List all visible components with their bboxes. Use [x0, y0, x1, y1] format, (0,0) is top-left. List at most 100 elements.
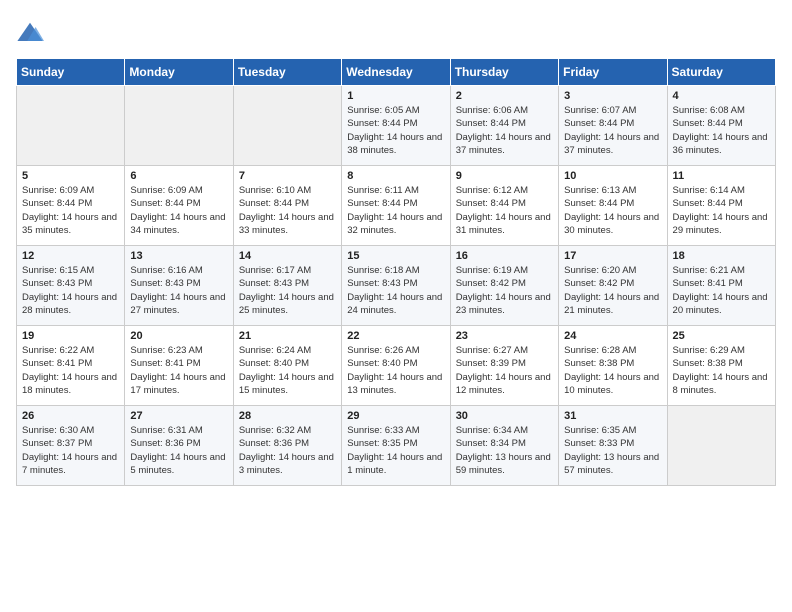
day-number: 8 [347, 170, 444, 182]
calendar-table: SundayMondayTuesdayWednesdayThursdayFrid… [16, 58, 776, 486]
calendar-week-row: 5 Sunrise: 6:09 AMSunset: 8:44 PMDaylight… [17, 166, 776, 246]
logo [16, 20, 46, 48]
calendar-cell: 13 Sunrise: 6:16 AMSunset: 8:43 PMDayligh… [125, 246, 233, 326]
calendar-cell: 28 Sunrise: 6:32 AMSunset: 8:36 PMDayligh… [233, 406, 341, 486]
day-info: Sunrise: 6:06 AMSunset: 8:44 PMDaylight:… [456, 104, 553, 157]
day-number: 9 [456, 170, 553, 182]
calendar-cell: 20 Sunrise: 6:23 AMSunset: 8:41 PMDayligh… [125, 326, 233, 406]
day-info: Sunrise: 6:29 AMSunset: 8:38 PMDaylight:… [673, 344, 770, 397]
day-info: Sunrise: 6:28 AMSunset: 8:38 PMDaylight:… [564, 344, 661, 397]
day-info: Sunrise: 6:21 AMSunset: 8:41 PMDaylight:… [673, 264, 770, 317]
day-info: Sunrise: 6:14 AMSunset: 8:44 PMDaylight:… [673, 184, 770, 237]
calendar-cell [233, 86, 341, 166]
day-info: Sunrise: 6:19 AMSunset: 8:42 PMDaylight:… [456, 264, 553, 317]
day-number: 28 [239, 410, 336, 422]
calendar-cell: 21Sunrise: 6:24 AMSunset: 8:40 PMDayligh… [233, 326, 341, 406]
calendar-cell: 9 Sunrise: 6:12 AMSunset: 8:44 PMDaylight… [450, 166, 558, 246]
day-number: 20 [130, 330, 227, 342]
calendar-cell: 8 Sunrise: 6:11 AMSunset: 8:44 PMDaylight… [342, 166, 450, 246]
calendar-week-row: 1 Sunrise: 6:05 AMSunset: 8:44 PMDaylight… [17, 86, 776, 166]
day-info: Sunrise: 6:35 AMSunset: 8:33 PMDaylight:… [564, 424, 661, 477]
day-number: 11 [673, 170, 770, 182]
day-info: Sunrise: 6:26 AMSunset: 8:40 PMDaylight:… [347, 344, 444, 397]
day-header-sunday: Sunday [17, 59, 125, 86]
calendar-cell: 15Sunrise: 6:18 AMSunset: 8:43 PMDayligh… [342, 246, 450, 326]
day-number: 22 [347, 330, 444, 342]
calendar-cell: 25 Sunrise: 6:29 AMSunset: 8:38 PMDayligh… [667, 326, 775, 406]
day-info: Sunrise: 6:09 AMSunset: 8:44 PMDaylight:… [130, 184, 227, 237]
day-info: Sunrise: 6:23 AMSunset: 8:41 PMDaylight:… [130, 344, 227, 397]
day-info: Sunrise: 6:16 AMSunset: 8:43 PMDaylight:… [130, 264, 227, 317]
calendar-cell: 3 Sunrise: 6:07 AMSunset: 8:44 PMDaylight… [559, 86, 667, 166]
day-info: Sunrise: 6:30 AMSunset: 8:37 PMDaylight:… [22, 424, 119, 477]
day-number: 31 [564, 410, 661, 422]
day-info: Sunrise: 6:34 AMSunset: 8:34 PMDaylight:… [456, 424, 553, 477]
calendar-cell: 30 Sunrise: 6:34 AMSunset: 8:34 PMDayligh… [450, 406, 558, 486]
calendar-cell: 26Sunrise: 6:30 AMSunset: 8:37 PMDayligh… [17, 406, 125, 486]
calendar-cell: 2 Sunrise: 6:06 AMSunset: 8:44 PMDaylight… [450, 86, 558, 166]
calendar-cell: 18 Sunrise: 6:21 AMSunset: 8:41 PMDayligh… [667, 246, 775, 326]
day-info: Sunrise: 6:33 AMSunset: 8:35 PMDaylight:… [347, 424, 444, 477]
day-number: 1 [347, 90, 444, 102]
day-number: 14 [239, 250, 336, 262]
day-number: 10 [564, 170, 661, 182]
day-number: 3 [564, 90, 661, 102]
day-info: Sunrise: 6:17 AMSunset: 8:43 PMDaylight:… [239, 264, 336, 317]
day-info: Sunrise: 6:27 AMSunset: 8:39 PMDaylight:… [456, 344, 553, 397]
day-number: 25 [673, 330, 770, 342]
day-info: Sunrise: 6:12 AMSunset: 8:44 PMDaylight:… [456, 184, 553, 237]
calendar-cell: 19 Sunrise: 6:22 AMSunset: 8:41 PMDayligh… [17, 326, 125, 406]
calendar-cell: 12Sunrise: 6:15 AMSunset: 8:43 PMDayligh… [17, 246, 125, 326]
calendar-cell: 17 Sunrise: 6:20 AMSunset: 8:42 PMDayligh… [559, 246, 667, 326]
calendar-cell: 31 Sunrise: 6:35 AMSunset: 8:33 PMDayligh… [559, 406, 667, 486]
day-info: Sunrise: 6:15 AMSunset: 8:43 PMDaylight:… [22, 264, 119, 317]
day-number: 18 [673, 250, 770, 262]
day-header-tuesday: Tuesday [233, 59, 341, 86]
calendar-cell: 23 Sunrise: 6:27 AMSunset: 8:39 PMDayligh… [450, 326, 558, 406]
day-info: Sunrise: 6:13 AMSunset: 8:44 PMDaylight:… [564, 184, 661, 237]
day-info: Sunrise: 6:07 AMSunset: 8:44 PMDaylight:… [564, 104, 661, 157]
day-info: Sunrise: 6:09 AMSunset: 8:44 PMDaylight:… [22, 184, 119, 237]
day-number: 5 [22, 170, 119, 182]
day-number: 30 [456, 410, 553, 422]
day-info: Sunrise: 6:10 AMSunset: 8:44 PMDaylight:… [239, 184, 336, 237]
day-number: 4 [673, 90, 770, 102]
day-number: 23 [456, 330, 553, 342]
day-number: 7 [239, 170, 336, 182]
day-number: 6 [130, 170, 227, 182]
calendar-cell: 10 Sunrise: 6:13 AMSunset: 8:44 PMDayligh… [559, 166, 667, 246]
calendar-cell: 6 Sunrise: 6:09 AMSunset: 8:44 PMDaylight… [125, 166, 233, 246]
calendar-header-row: SundayMondayTuesdayWednesdayThursdayFrid… [17, 59, 776, 86]
calendar-cell: 11 Sunrise: 6:14 AMSunset: 8:44 PMDayligh… [667, 166, 775, 246]
day-header-saturday: Saturday [667, 59, 775, 86]
calendar-cell: 4 Sunrise: 6:08 AMSunset: 8:44 PMDaylight… [667, 86, 775, 166]
day-number: 19 [22, 330, 119, 342]
calendar-cell: 29Sunrise: 6:33 AMSunset: 8:35 PMDayligh… [342, 406, 450, 486]
calendar-cell [667, 406, 775, 486]
calendar-week-row: 19 Sunrise: 6:22 AMSunset: 8:41 PMDayligh… [17, 326, 776, 406]
calendar-cell [125, 86, 233, 166]
day-info: Sunrise: 6:32 AMSunset: 8:36 PMDaylight:… [239, 424, 336, 477]
day-info: Sunrise: 6:11 AMSunset: 8:44 PMDaylight:… [347, 184, 444, 237]
calendar-cell [17, 86, 125, 166]
day-info: Sunrise: 6:22 AMSunset: 8:41 PMDaylight:… [22, 344, 119, 397]
day-info: Sunrise: 6:08 AMSunset: 8:44 PMDaylight:… [673, 104, 770, 157]
calendar-week-row: 26Sunrise: 6:30 AMSunset: 8:37 PMDayligh… [17, 406, 776, 486]
day-number: 17 [564, 250, 661, 262]
calendar-cell: 7 Sunrise: 6:10 AMSunset: 8:44 PMDaylight… [233, 166, 341, 246]
day-info: Sunrise: 6:20 AMSunset: 8:42 PMDaylight:… [564, 264, 661, 317]
calendar-cell: 1 Sunrise: 6:05 AMSunset: 8:44 PMDaylight… [342, 86, 450, 166]
day-info: Sunrise: 6:05 AMSunset: 8:44 PMDaylight:… [347, 104, 444, 157]
calendar-cell: 24 Sunrise: 6:28 AMSunset: 8:38 PMDayligh… [559, 326, 667, 406]
day-number: 13 [130, 250, 227, 262]
day-number: 2 [456, 90, 553, 102]
calendar-week-row: 12Sunrise: 6:15 AMSunset: 8:43 PMDayligh… [17, 246, 776, 326]
day-number: 24 [564, 330, 661, 342]
day-header-thursday: Thursday [450, 59, 558, 86]
day-header-monday: Monday [125, 59, 233, 86]
calendar-cell: 16Sunrise: 6:19 AMSunset: 8:42 PMDayligh… [450, 246, 558, 326]
day-info: Sunrise: 6:24 AMSunset: 8:40 PMDaylight:… [239, 344, 336, 397]
calendar-cell: 5 Sunrise: 6:09 AMSunset: 8:44 PMDaylight… [17, 166, 125, 246]
page-header [16, 16, 776, 48]
day-info: Sunrise: 6:31 AMSunset: 8:36 PMDaylight:… [130, 424, 227, 477]
